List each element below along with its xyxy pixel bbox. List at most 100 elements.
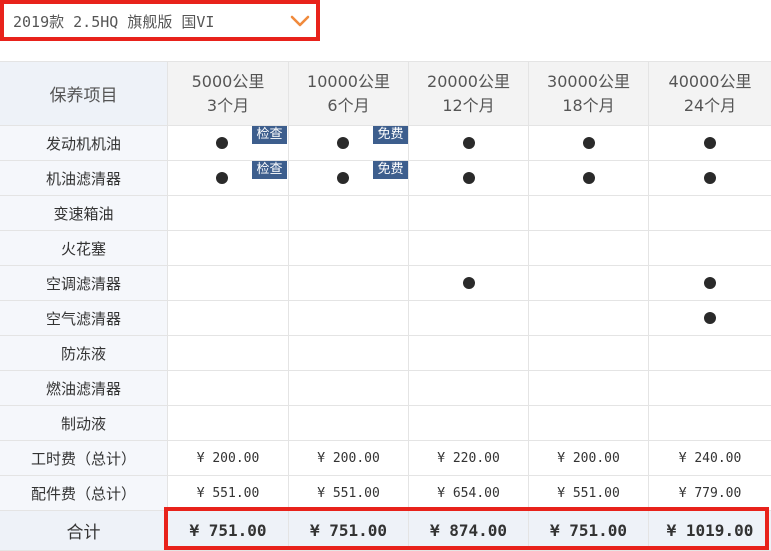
labor-cost-value: ¥ 220.00 xyxy=(409,441,529,475)
maintenance-cell xyxy=(289,336,409,370)
total-value: ¥ 874.00 xyxy=(409,511,529,550)
maintenance-cell xyxy=(168,266,289,300)
required-dot-icon xyxy=(704,277,716,289)
interval-distance: 5000公里 xyxy=(191,71,265,91)
maintenance-cell xyxy=(409,266,529,300)
required-dot-icon xyxy=(216,172,228,184)
parts-cost-row: 配件费（总计） ¥ 551.00 ¥ 551.00 ¥ 654.00 ¥ 551… xyxy=(0,476,771,511)
interval-header: 40000公里 24个月 xyxy=(649,62,771,125)
required-dot-icon xyxy=(336,137,349,149)
chevron-down-icon xyxy=(290,15,310,27)
interval-header: 20000公里 12个月 xyxy=(409,62,529,125)
required-dot-icon xyxy=(462,172,475,184)
parts-cost-value: ¥ 551.00 xyxy=(289,476,409,510)
maintenance-item-row: 防冻液 xyxy=(0,336,771,371)
maintenance-table: 保养项目 5000公里 3个月 10000公里 6个月 20000公里 12个月 30… xyxy=(0,61,771,551)
maintenance-item-label: 变速箱油 xyxy=(0,196,168,230)
maintenance-cell xyxy=(649,161,771,195)
total-row: 合计 ¥ 751.00 ¥ 751.00 ¥ 874.00 ¥ 751.00 ¥… xyxy=(0,511,771,551)
maintenance-item-row: 火花塞 xyxy=(0,231,771,266)
table-header-row: 保养项目 5000公里 3个月 10000公里 6个月 20000公里 12个月 30… xyxy=(0,61,771,126)
maintenance-cell: 检查 xyxy=(168,161,289,195)
required-dot-icon xyxy=(462,277,475,289)
maintenance-item-row: 发动机机油 检查 免费 xyxy=(0,126,771,161)
maintenance-cell xyxy=(289,301,409,335)
maintenance-cell xyxy=(529,336,649,370)
maintenance-cell xyxy=(529,406,649,440)
required-dot-icon xyxy=(582,137,595,149)
maintenance-item-row: 制动液 xyxy=(0,406,771,441)
service-badge: 检查 xyxy=(252,161,287,179)
interval-distance: 30000公里 xyxy=(547,71,630,91)
total-value: ¥ 1019.00 xyxy=(666,521,754,540)
interval-months: 6个月 xyxy=(327,95,370,115)
maintenance-cell xyxy=(289,406,409,440)
model-selector[interactable]: 2019款 2.5HQ 旗舰版 国VI xyxy=(0,0,320,41)
maintenance-cell xyxy=(168,406,289,440)
maintenance-cell xyxy=(529,301,649,335)
total-value: ¥ 751.00 xyxy=(529,511,649,550)
maintenance-item-label: 制动液 xyxy=(0,406,168,440)
parts-cost-value: ¥ 779.00 xyxy=(678,485,742,501)
maintenance-item-row: 变速箱油 xyxy=(0,196,771,231)
maintenance-cell xyxy=(529,126,649,160)
header-label: 保养项目 xyxy=(0,62,168,125)
maintenance-cell xyxy=(649,196,771,230)
maintenance-cell xyxy=(529,371,649,405)
interval-months: 18个月 xyxy=(562,95,615,115)
maintenance-cell xyxy=(409,126,529,160)
interval-header: 10000公里 6个月 xyxy=(289,62,409,125)
maintenance-cell xyxy=(409,371,529,405)
labor-cost-value: ¥ 200.00 xyxy=(289,441,409,475)
maintenance-cell xyxy=(649,336,771,370)
required-dot-icon xyxy=(704,137,716,149)
parts-cost-value: ¥ 551.00 xyxy=(168,476,289,510)
maintenance-cell xyxy=(409,336,529,370)
parts-cost-value: ¥ 551.00 xyxy=(529,476,649,510)
maintenance-cell xyxy=(409,231,529,265)
parts-cost-value: ¥ 654.00 xyxy=(409,476,529,510)
maintenance-cell xyxy=(168,371,289,405)
maintenance-item-label: 空气滤清器 xyxy=(0,301,168,335)
maintenance-cell: 免费 xyxy=(289,126,409,160)
required-dot-icon xyxy=(336,172,349,184)
maintenance-cell xyxy=(289,231,409,265)
maintenance-cell xyxy=(289,196,409,230)
maintenance-cell xyxy=(409,196,529,230)
interval-months: 3个月 xyxy=(206,95,250,115)
required-dot-icon xyxy=(462,137,475,149)
maintenance-cell xyxy=(289,371,409,405)
labor-cost-value: ¥ 240.00 xyxy=(678,450,742,466)
maintenance-cell xyxy=(168,336,289,370)
maintenance-cell xyxy=(529,266,649,300)
interval-months: 24个月 xyxy=(683,95,737,115)
required-dot-icon xyxy=(582,172,595,184)
total-label: 合计 xyxy=(0,511,168,550)
maintenance-cell xyxy=(649,126,771,160)
maintenance-cell xyxy=(529,196,649,230)
maintenance-cell xyxy=(529,161,649,195)
interval-distance: 40000公里 xyxy=(668,71,752,91)
maintenance-cell xyxy=(649,371,771,405)
total-value: ¥ 751.00 xyxy=(289,511,409,550)
interval-header: 5000公里 3个月 xyxy=(168,62,289,125)
maintenance-cell: 免费 xyxy=(289,161,409,195)
interval-months: 12个月 xyxy=(442,95,495,115)
maintenance-cell xyxy=(168,231,289,265)
labor-cost-value: ¥ 200.00 xyxy=(168,441,289,475)
required-dot-icon xyxy=(704,172,716,184)
maintenance-cell xyxy=(409,301,529,335)
labor-cost-value: ¥ 200.00 xyxy=(529,441,649,475)
labor-cost-row: 工时费（总计） ¥ 200.00 ¥ 200.00 ¥ 220.00 ¥ 200… xyxy=(0,441,771,476)
maintenance-cell xyxy=(649,406,771,440)
maintenance-cell xyxy=(649,231,771,265)
maintenance-item-row: 空气滤清器 xyxy=(0,301,771,336)
interval-header: 30000公里 18个月 xyxy=(529,62,649,125)
labor-cost-label: 工时费（总计） xyxy=(0,441,168,475)
maintenance-item-row: 燃油滤清器 xyxy=(0,371,771,406)
maintenance-item-row: 机油滤清器 检查 免费 xyxy=(0,161,771,196)
maintenance-item-row: 空调滤清器 xyxy=(0,266,771,301)
total-value: ¥ 751.00 xyxy=(168,511,289,550)
maintenance-cell xyxy=(409,406,529,440)
maintenance-item-label: 火花塞 xyxy=(0,231,168,265)
